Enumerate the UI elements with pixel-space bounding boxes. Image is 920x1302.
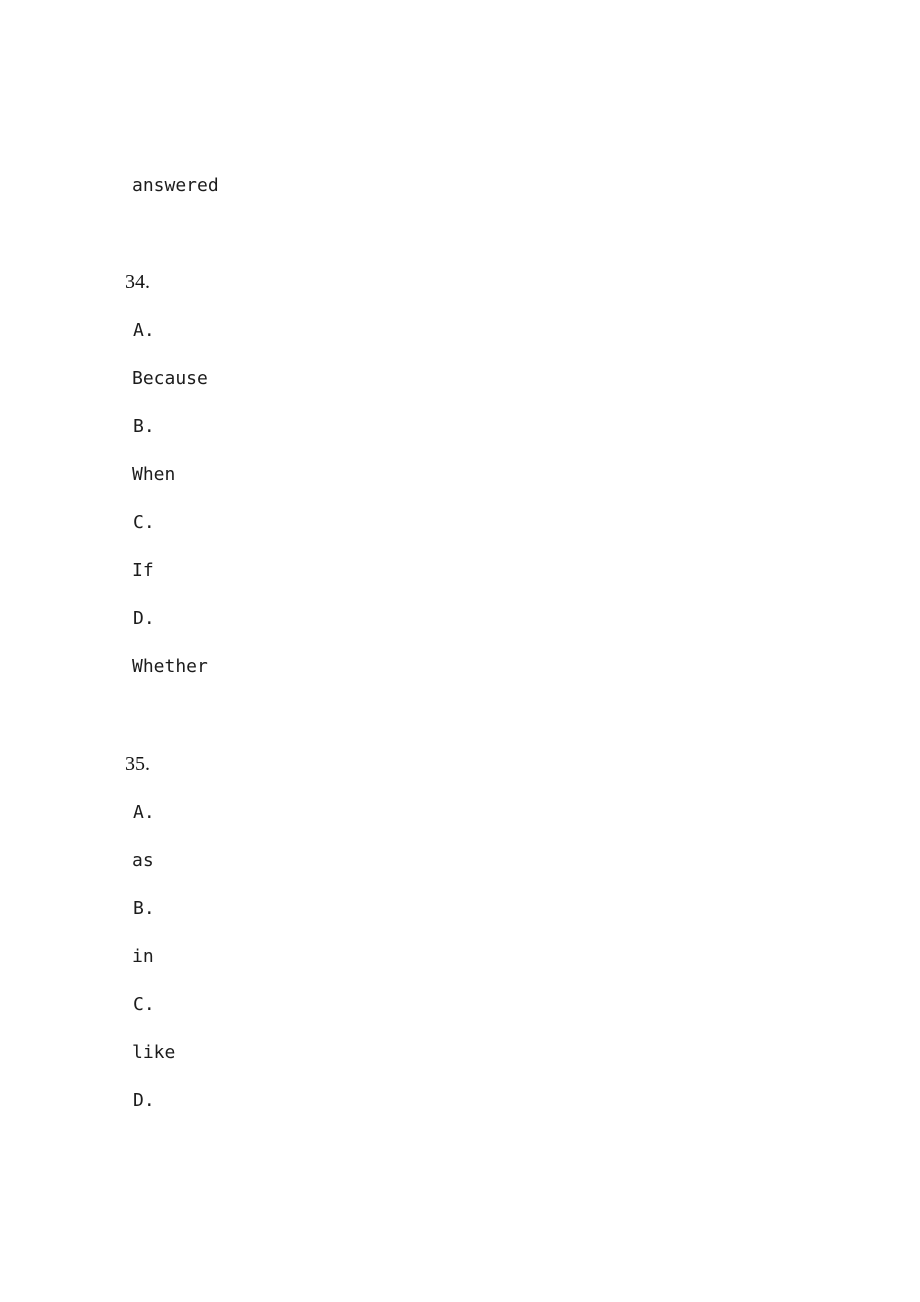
option-text-34-c[interactable]: If [132, 562, 154, 580]
option-letter-34-b[interactable]: B. [133, 418, 155, 436]
option-text-35-a[interactable]: as [132, 852, 154, 870]
question-number-34: 34. [125, 271, 150, 293]
option-text-34-d[interactable]: Whether [132, 658, 208, 676]
option-letter-34-d[interactable]: D. [133, 610, 155, 628]
option-letter-34-a[interactable]: A. [133, 322, 155, 340]
option-letter-35-d[interactable]: D. [133, 1092, 155, 1110]
option-letter-35-b[interactable]: B. [133, 900, 155, 918]
option-text-35-b[interactable]: in [132, 948, 154, 966]
document-text-column: answered 34. A. Because B. When C. If D.… [0, 0, 920, 1302]
option-letter-34-c[interactable]: C. [133, 514, 155, 532]
option-text-34-b[interactable]: When [132, 466, 175, 484]
document-page: answered 34. A. Because B. When C. If D.… [0, 0, 920, 1302]
option-text-35-c[interactable]: like [132, 1044, 175, 1062]
option-letter-35-c[interactable]: C. [133, 996, 155, 1014]
option-letter-35-a[interactable]: A. [133, 804, 155, 822]
carryover-text: answered [132, 175, 219, 196]
option-text-34-a[interactable]: Because [132, 370, 208, 388]
question-number-35: 35. [125, 753, 150, 775]
